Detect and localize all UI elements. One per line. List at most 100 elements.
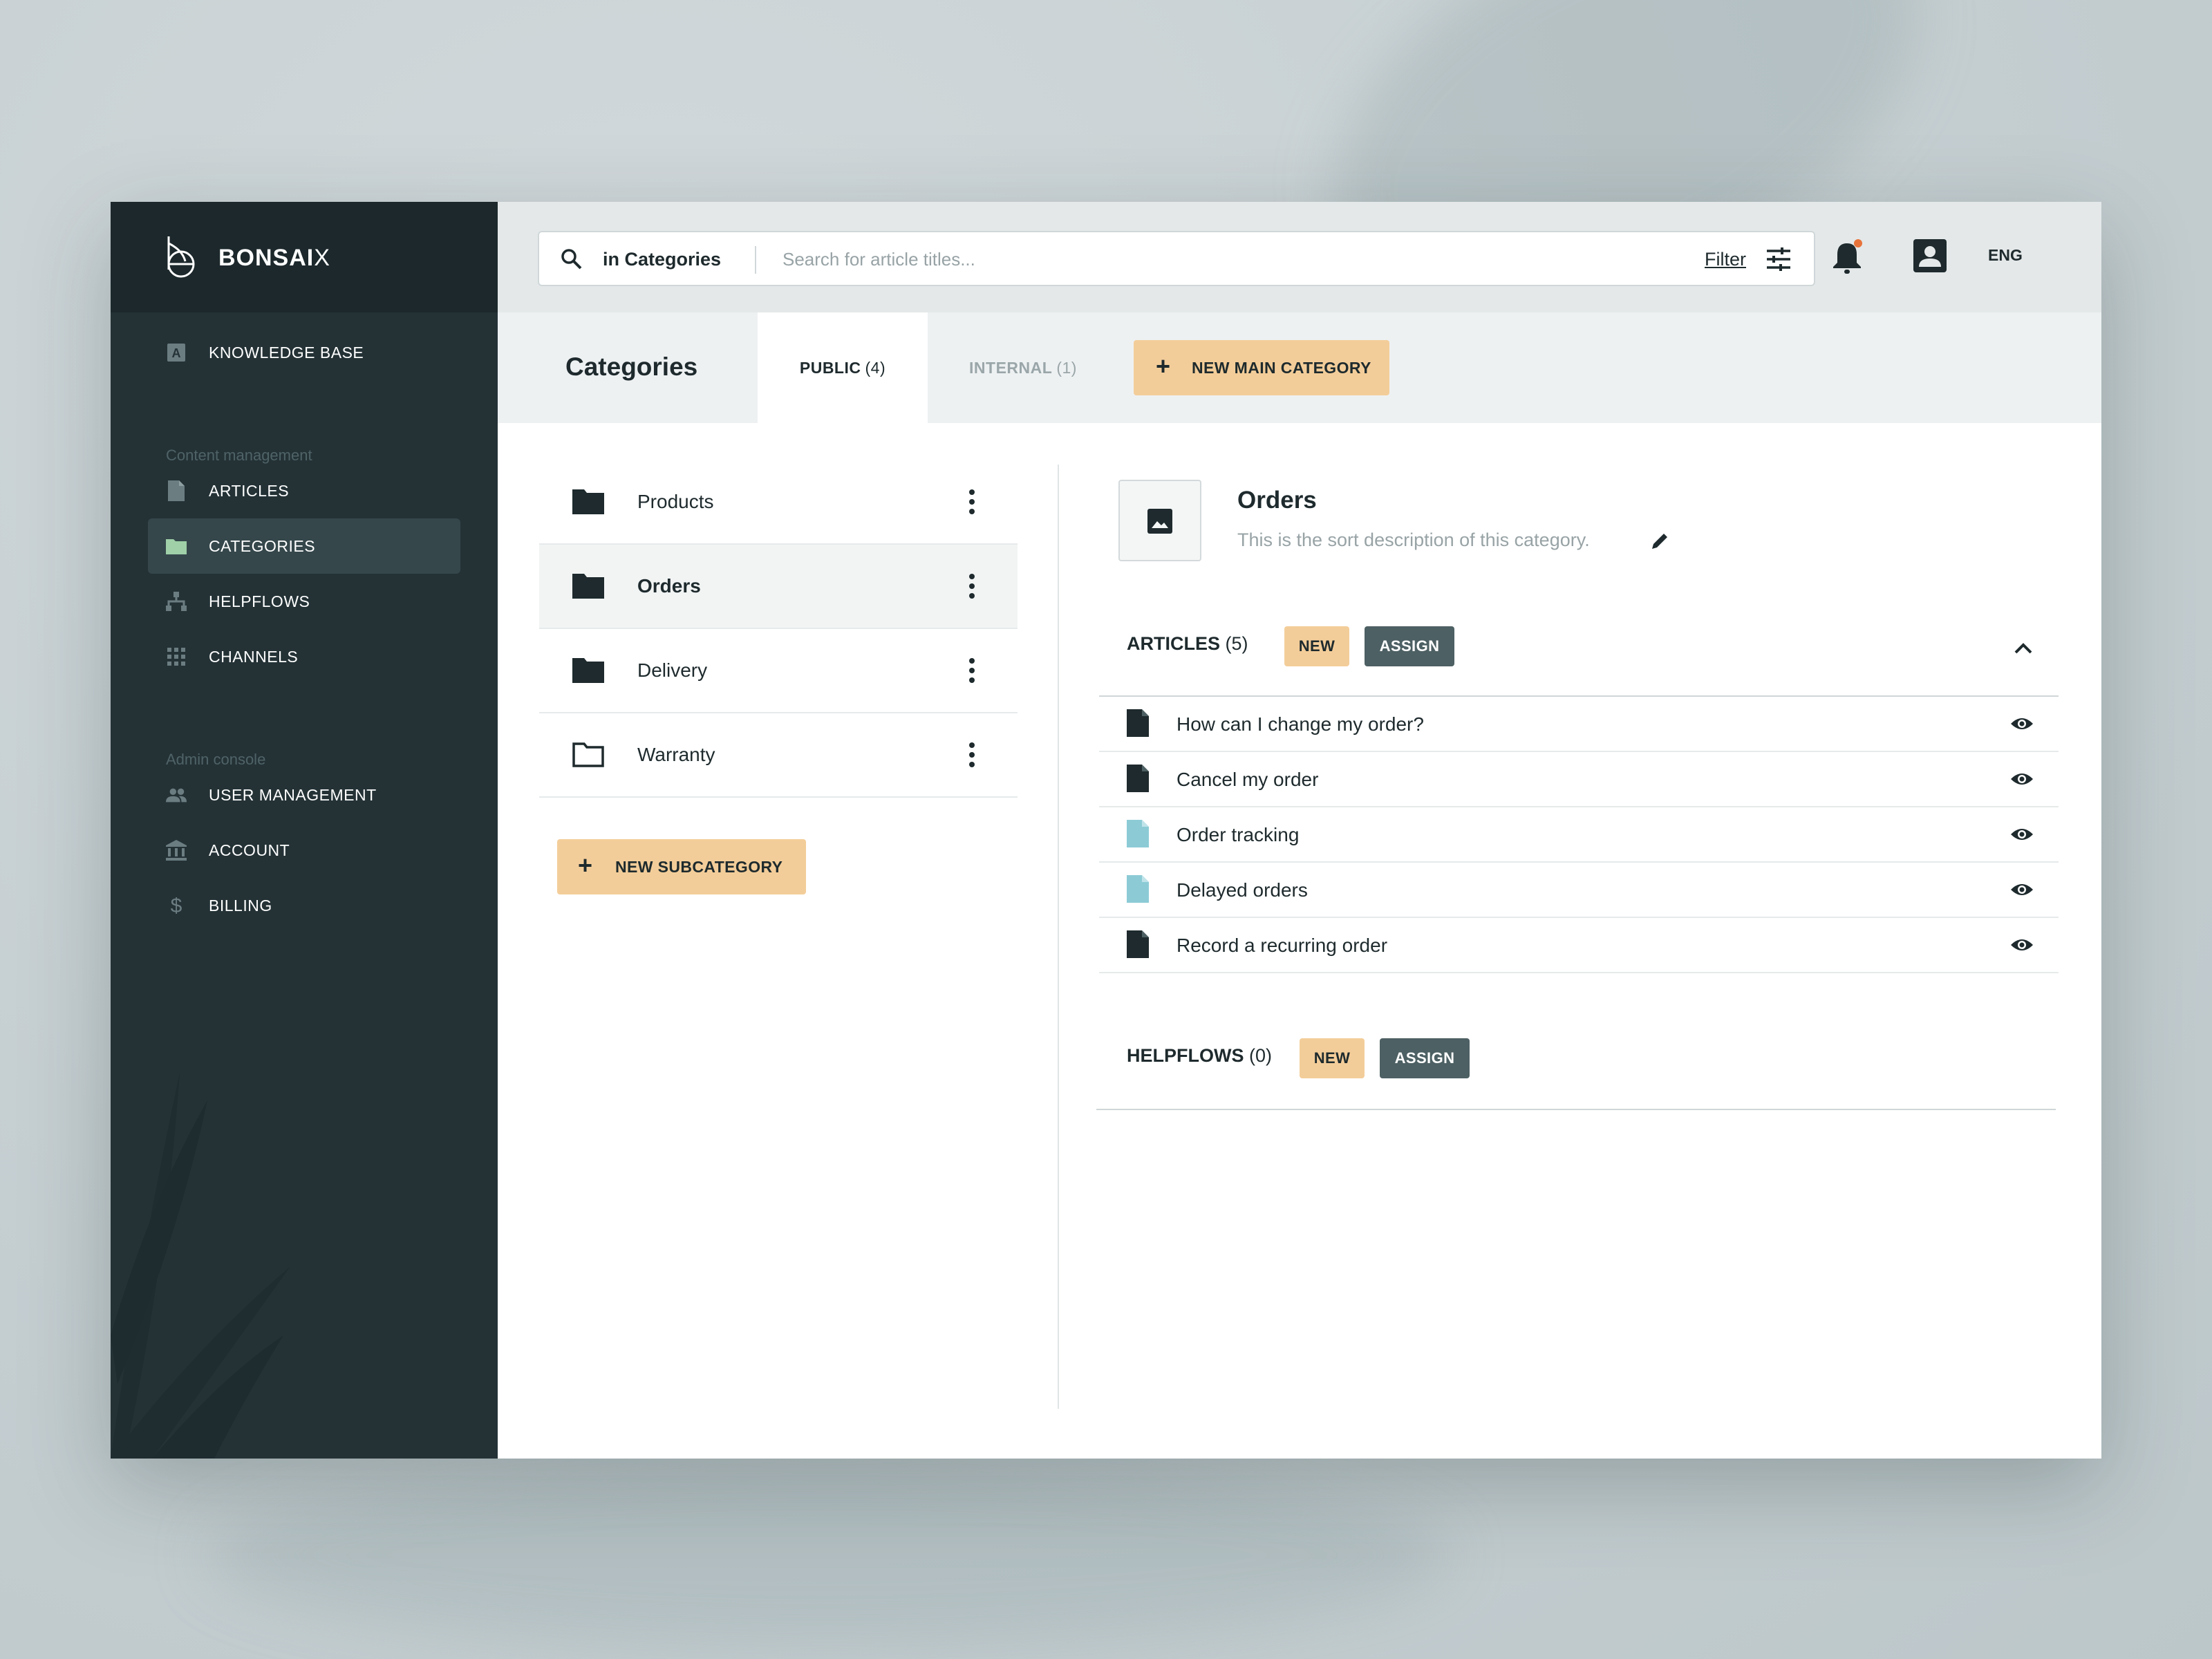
tab-label: INTERNAL [969, 358, 1053, 377]
plus-icon: + [578, 851, 593, 879]
button-label: NEW MAIN CATEGORY [1192, 359, 1371, 377]
section-title-content-management: Content management [166, 447, 312, 464]
category-row-orders[interactable]: Orders [539, 545, 1018, 629]
folder-icon [572, 658, 604, 683]
article-row[interactable]: Delayed orders [1099, 863, 2059, 918]
category-row-warranty[interactable]: Warranty [539, 713, 1018, 798]
sidebar-item-knowledge-base[interactable]: A KNOWLEDGE BASE [148, 325, 460, 380]
tab-internal[interactable]: INTERNAL (1) [928, 312, 1118, 423]
new-subcategory-button[interactable]: + NEW SUBCATEGORY [557, 839, 806, 894]
document-icon [1127, 765, 1149, 792]
sidebar-item-categories[interactable]: CATEGORIES [148, 518, 460, 574]
chevron-up-icon[interactable] [2013, 640, 2034, 655]
leaf-decoration [111, 1073, 290, 1459]
image-icon [1147, 509, 1172, 534]
article-title: Order tracking [1177, 824, 1300, 845]
notification-bell-icon[interactable] [1828, 236, 1866, 278]
users-icon [166, 785, 187, 805]
sidebar-item-account[interactable]: ACCOUNT [148, 823, 460, 878]
articles-section-title: ARTICLES (5) [1127, 633, 1248, 654]
sidebar-item-label: ACCOUNT [209, 841, 290, 859]
page-title: Categories [565, 353, 698, 381]
category-name: Delivery [637, 659, 708, 681]
document-icon [1127, 709, 1149, 737]
more-options-icon[interactable] [961, 571, 983, 601]
sidebar-item-label: KNOWLEDGE BASE [209, 343, 364, 362]
new-helpflow-button[interactable]: NEW [1300, 1038, 1365, 1078]
folder-icon [572, 574, 604, 599]
section-divider [1096, 1109, 2056, 1110]
article-title: Delayed orders [1177, 879, 1308, 901]
eye-icon[interactable] [2010, 881, 2034, 899]
language-selector[interactable]: ENG [1988, 246, 2023, 265]
article-title: Record a recurring order [1177, 935, 1388, 956]
more-options-icon[interactable] [961, 487, 983, 517]
article-row[interactable]: Order tracking [1099, 807, 2059, 863]
new-article-button[interactable]: NEW [1284, 626, 1349, 666]
assign-helpflow-button[interactable]: ASSIGN [1380, 1038, 1470, 1078]
button-label: NEW SUBCATEGORY [615, 858, 783, 876]
sidebar-item-user-management[interactable]: USER MANAGEMENT [148, 767, 460, 823]
search-divider [755, 246, 756, 274]
tab-public[interactable]: PUBLIC (4) [758, 312, 928, 423]
assign-article-button[interactable]: ASSIGN [1365, 626, 1454, 666]
document-icon [1127, 820, 1149, 847]
eye-icon[interactable] [2010, 936, 2034, 954]
sidebar-item-label: USER MANAGEMENT [209, 785, 377, 804]
document-icon [1127, 930, 1149, 958]
sidebar-item-channels[interactable]: CHANNELS [148, 629, 460, 684]
category-name: Warranty [637, 744, 715, 765]
search-input[interactable] [781, 242, 1613, 276]
eye-icon[interactable] [2010, 715, 2034, 733]
document-icon [1127, 875, 1149, 903]
search-scope[interactable]: in Categories [603, 249, 721, 270]
sidebar-item-label: BILLING [209, 896, 272, 915]
categories-header: Categories PUBLIC (4) INTERNAL (1) + NEW M… [498, 312, 2101, 423]
filter-sliders-icon[interactable] [1765, 246, 1792, 272]
eye-icon[interactable] [2010, 825, 2034, 843]
bonsai-logo-icon [167, 236, 195, 278]
sidebar-item-helpflows[interactable]: HELPFLOWS [148, 574, 460, 629]
user-account-icon[interactable] [1911, 236, 1949, 275]
bank-icon [166, 840, 187, 861]
article-icon [166, 480, 187, 501]
category-name: Orders [637, 575, 701, 597]
tab-count: (4) [865, 358, 886, 377]
panel-divider [1058, 465, 1059, 1409]
section-title-admin-console: Admin console [166, 751, 266, 768]
category-name: Products [637, 491, 714, 512]
edit-pencil-icon[interactable] [1649, 531, 1670, 552]
article-row[interactable]: Cancel my order [1099, 752, 2059, 807]
category-row-delivery[interactable]: Delivery [539, 629, 1018, 713]
folder-outline-icon [572, 742, 604, 767]
top-bar: in Categories Filter ENG [498, 202, 2101, 312]
tab-count: (1) [1056, 358, 1077, 377]
plus-icon: + [1156, 352, 1171, 380]
search-icon[interactable] [560, 247, 583, 271]
sidebar-item-articles[interactable]: ARTICLES [148, 463, 460, 518]
category-image-placeholder[interactable] [1118, 480, 1201, 561]
sidebar-item-label: HELPFLOWS [209, 592, 310, 610]
article-row[interactable]: How can I change my order? [1099, 697, 2059, 752]
grid-icon [166, 646, 187, 667]
category-description: This is the sort description of this cat… [1237, 529, 1590, 550]
filter-link[interactable]: Filter [1705, 249, 1746, 270]
dollar-icon: $ [166, 894, 187, 917]
new-main-category-button[interactable]: + NEW MAIN CATEGORY [1134, 340, 1389, 395]
svg-text:$: $ [171, 894, 182, 917]
hierarchy-icon [166, 591, 187, 612]
article-title: Cancel my order [1177, 769, 1319, 790]
article-title: How can I change my order? [1177, 713, 1424, 735]
knowledge-base-icon: A [166, 342, 187, 363]
search-bar: in Categories Filter [538, 231, 1815, 286]
eye-icon[interactable] [2010, 770, 2034, 788]
article-row[interactable]: Record a recurring order [1099, 918, 2059, 973]
more-options-icon[interactable] [961, 655, 983, 686]
folder-icon [166, 536, 187, 556]
app-window: BONSAIX A KNOWLEDGE BASE Content managem… [111, 202, 2101, 1459]
sidebar-item-label: ARTICLES [209, 481, 290, 500]
category-row-products[interactable]: Products [539, 460, 1018, 545]
more-options-icon[interactable] [961, 740, 983, 770]
sidebar-item-label: CHANNELS [209, 647, 299, 666]
sidebar-item-billing[interactable]: $ BILLING [148, 878, 460, 933]
